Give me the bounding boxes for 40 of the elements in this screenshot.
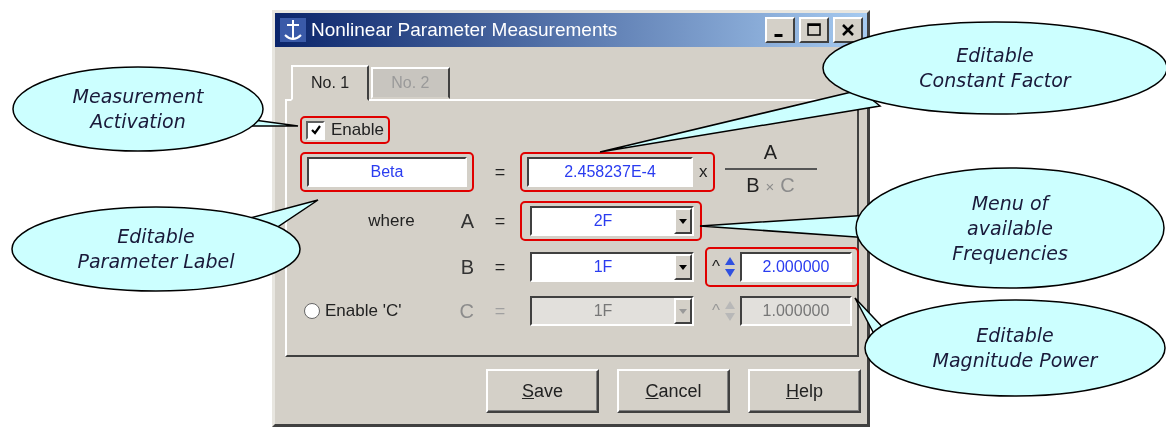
denominator-term: B: [746, 174, 760, 197]
close-button[interactable]: [833, 17, 863, 43]
variable-label: A: [460, 209, 474, 233]
equals-sign: =: [494, 256, 506, 277]
where-label: where: [368, 211, 415, 231]
maximize-button[interactable]: [799, 17, 829, 43]
denominator-term: C: [780, 174, 795, 197]
maximize-icon: [806, 22, 822, 38]
equals-sign: =: [494, 161, 506, 182]
caret-sign: ^: [712, 301, 720, 321]
close-icon: [840, 22, 856, 38]
tab[interactable]: No. 1: [291, 65, 370, 101]
minimize-button[interactable]: [765, 17, 795, 43]
variable-label: C: [459, 299, 474, 323]
multiply-sign: x: [699, 162, 708, 182]
caret-sign: ^: [712, 257, 720, 277]
callout-text: Measurement Activation: [72, 84, 204, 134]
power-field[interactable]: 2.000000: [740, 252, 852, 282]
fraction-numerator: A: [763, 141, 778, 164]
checkmark-icon: [309, 124, 322, 136]
checkbox[interactable]: [306, 120, 325, 140]
window-title: Nonlinear Parameter Measurements: [311, 19, 619, 41]
equals-sign: =: [494, 300, 506, 321]
minimize-icon: [773, 33, 783, 37]
frequency-dropdown[interactable]: 1F: [530, 252, 694, 282]
callout-text: Menu of available Frequencies: [952, 190, 1068, 266]
constant-factor-field[interactable]: 2.458237E-4: [527, 157, 693, 187]
frequency-dropdown[interactable]: 2F: [530, 206, 694, 236]
variable-label: B: [460, 255, 474, 279]
callout-text: Editable Parameter Label: [77, 224, 235, 274]
callout-text: Editable Magnitude Power: [932, 323, 1098, 373]
dialog-button[interactable]: Help: [748, 369, 861, 413]
parameter-label-field[interactable]: Beta: [307, 157, 467, 187]
callout-text: Editable Constant Factor: [919, 43, 1071, 93]
denominator-term: ×: [765, 178, 775, 195]
app-logo-icon: [279, 17, 307, 43]
equals-sign: =: [494, 210, 506, 231]
dialog-button[interactable]: Cancel: [617, 369, 730, 413]
dialog-button[interactable]: Save: [486, 369, 599, 413]
checkbox-label[interactable]: Enable: [331, 120, 384, 140]
